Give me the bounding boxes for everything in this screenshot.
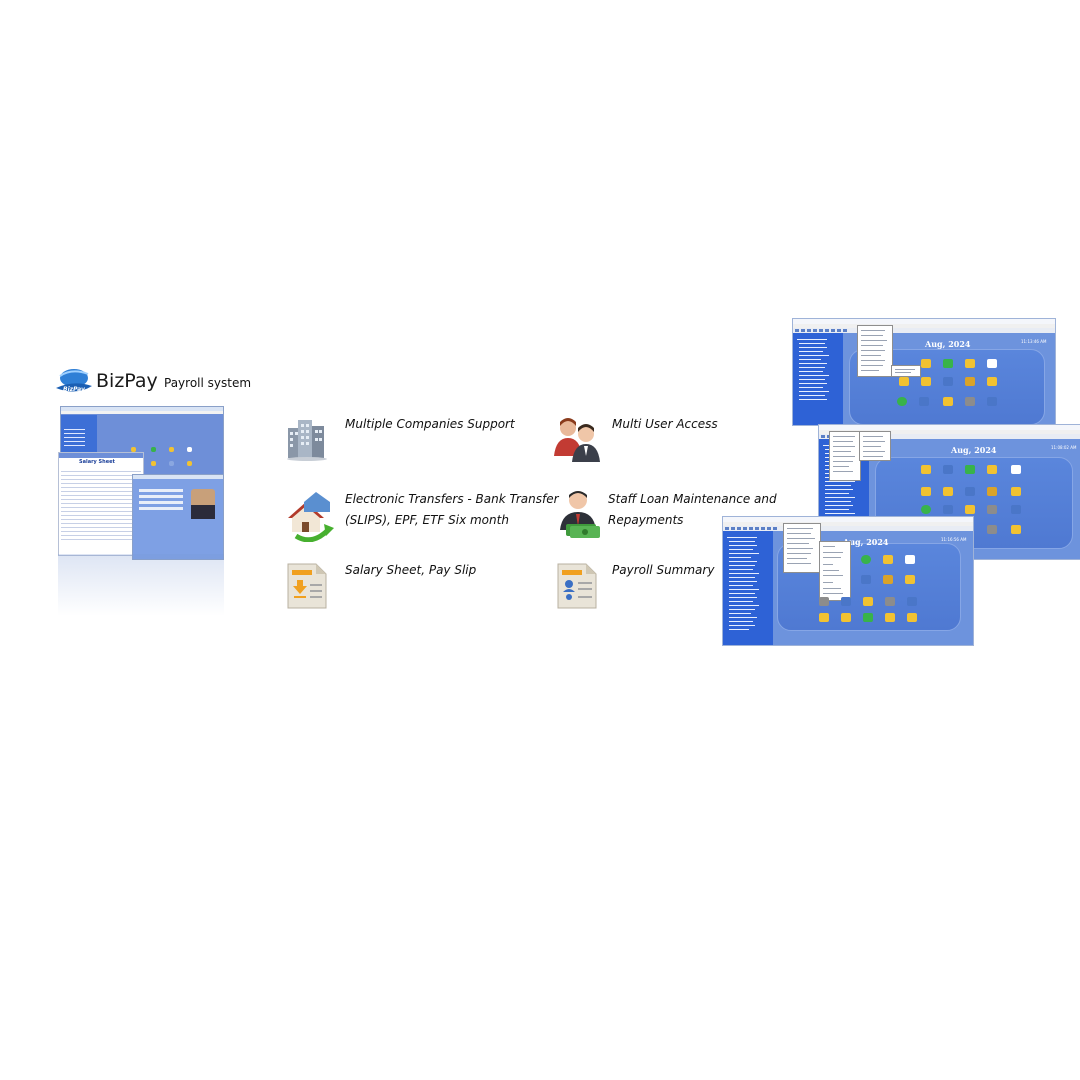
brand-name: BizPay (96, 370, 158, 392)
app-window-screenshot-1: Aug, 2024 11:13:46 AM (792, 318, 1056, 426)
feature-electronic-transfers-line1: Electronic Transfers - Bank Transfer (345, 492, 559, 506)
bizpay-logo-mark-icon: BizPay (56, 369, 92, 393)
clock-label-2: 11:08:02 AM (1051, 445, 1077, 450)
app-window-screenshot-3: Aug, 2024 11:16:56 AM (722, 516, 974, 646)
month-label-1: Aug, 2024 (925, 339, 971, 349)
bizpay-logo: BizPay BizPay Payroll system (54, 366, 264, 400)
salary-sheet-title: Salary Sheet (79, 459, 115, 465)
svg-text:BizPay: BizPay (63, 386, 86, 393)
document-sheet-icon (287, 563, 327, 609)
feature-staff-loan-line1: Staff Loan Maintenance and (608, 492, 777, 506)
feature-electronic-transfers-line2: (SLIPS), EPF, ETF Six month (345, 513, 509, 527)
clock-label-1: 11:13:46 AM (1021, 339, 1047, 344)
users-icon (554, 418, 600, 462)
feature-salary-sheet: Salary Sheet, Pay Slip (345, 563, 477, 577)
staff-loan-icon (560, 491, 600, 538)
brand-tagline: Payroll system (164, 376, 252, 390)
feature-multi-user: Multi User Access (612, 417, 718, 431)
office-buildings-icon (287, 420, 327, 461)
money-transfer-icon (288, 492, 334, 542)
clock-label-3: 11:16:56 AM (941, 537, 967, 542)
feature-multiple-companies: Multiple Companies Support (345, 417, 515, 431)
feature-payroll-summary: Payroll Summary (612, 563, 715, 577)
left-app-screenshot: Salary Sheet (58, 406, 224, 616)
feature-electronic-transfers: Electronic Transfers - Bank Transfer (SL… (345, 489, 559, 531)
month-label-2: Aug, 2024 (951, 445, 997, 455)
employee-form-thumbnail (132, 474, 224, 560)
payroll-summary-icon (557, 563, 597, 609)
